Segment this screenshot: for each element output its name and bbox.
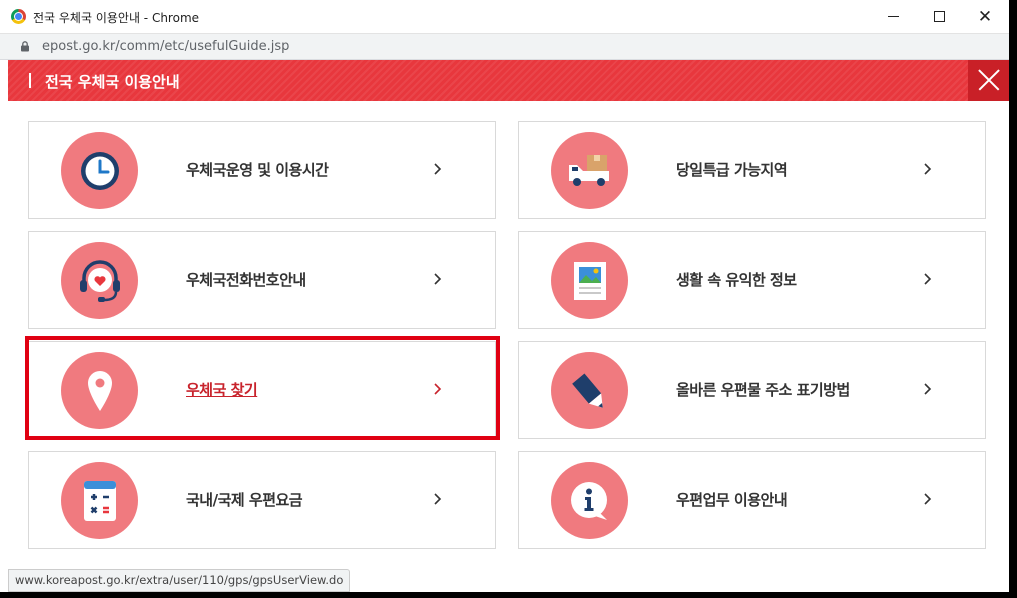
picture-document-icon <box>573 261 606 300</box>
card-icon-circle <box>61 462 138 539</box>
info-bubble-icon <box>570 481 607 520</box>
window-title: 전국 우체국 이용안내 - Chrome <box>33 11 200 25</box>
card-icon-circle <box>61 242 138 319</box>
url-text[interactable]: epost.go.kr/comm/etc/usefulGuide.jsp <box>42 39 289 54</box>
header-accent-bar <box>29 73 31 88</box>
card-label: 당일특급 가능지역 <box>676 161 788 179</box>
chevron-right-icon <box>434 163 442 175</box>
card-icon-circle <box>551 352 628 429</box>
chevron-right-icon <box>434 273 442 285</box>
status-bar: www.koreapost.go.kr/extra/user/110/gps/g… <box>8 569 351 592</box>
close-icon: ✕ <box>977 6 993 27</box>
chevron-right-icon <box>924 273 932 285</box>
card-label: 올바른 우편물 주소 표기방법 <box>676 381 850 399</box>
card-label: 우편업무 이용안내 <box>676 491 788 509</box>
clock-icon <box>80 151 119 190</box>
minimize-button[interactable] <box>870 0 916 33</box>
status-url: www.koreapost.go.kr/extra/user/110/gps/g… <box>15 573 344 587</box>
chrome-icon <box>11 9 26 24</box>
card-phone-directory[interactable]: 우체국전화번호안내 <box>28 231 496 329</box>
card-useful-info[interactable]: 생활 속 유익한 정보 <box>518 231 986 329</box>
popup-close-button[interactable] <box>968 60 1009 101</box>
highlight-box <box>25 336 500 440</box>
card-icon-circle <box>551 132 628 209</box>
maximize-button[interactable] <box>916 0 962 33</box>
browser-window: 전국 우체국 이용안내 - Chrome ✕ epost.go.kr/comm/… <box>0 0 1009 592</box>
card-label: 우체국운영 및 이용시간 <box>186 161 329 179</box>
card-same-day-delivery[interactable]: 당일특급 가능지역 <box>518 121 986 219</box>
chevron-right-icon <box>924 383 932 395</box>
page-header: 전국 우체국 이용안내 <box>8 60 1009 101</box>
lock-icon <box>21 41 29 52</box>
card-label: 국내/국제 우편요금 <box>186 491 303 509</box>
card-icon-circle <box>551 462 628 539</box>
calculator-icon <box>83 480 116 521</box>
chevron-right-icon <box>434 493 442 505</box>
headset-icon <box>79 259 120 302</box>
card-operating-hours[interactable]: 우체국운영 및 이용시간 <box>28 121 496 219</box>
delivery-truck-icon <box>568 154 609 186</box>
chevron-right-icon <box>924 163 932 175</box>
card-icon-circle <box>551 242 628 319</box>
minimize-icon <box>887 16 899 17</box>
card-icon-circle <box>61 132 138 209</box>
address-bar[interactable]: epost.go.kr/comm/etc/usefulGuide.jsp <box>0 34 1009 60</box>
page-title: 전국 우체국 이용안내 <box>45 73 180 91</box>
title-bar: 전국 우체국 이용안내 - Chrome ✕ <box>0 0 1009 34</box>
pencil-icon <box>571 372 603 408</box>
close-window-button[interactable]: ✕ <box>962 0 1008 33</box>
card-address-notation[interactable]: 올바른 우편물 주소 표기방법 <box>518 341 986 439</box>
chevron-right-icon <box>924 493 932 505</box>
card-postal-service-guide[interactable]: 우편업무 이용안내 <box>518 451 986 549</box>
card-label: 생활 속 유익한 정보 <box>676 271 797 289</box>
maximize-icon <box>933 11 945 22</box>
card-postage-rates[interactable]: 국내/국제 우편요금 <box>28 451 496 549</box>
card-label: 우체국전화번호안내 <box>186 271 306 289</box>
